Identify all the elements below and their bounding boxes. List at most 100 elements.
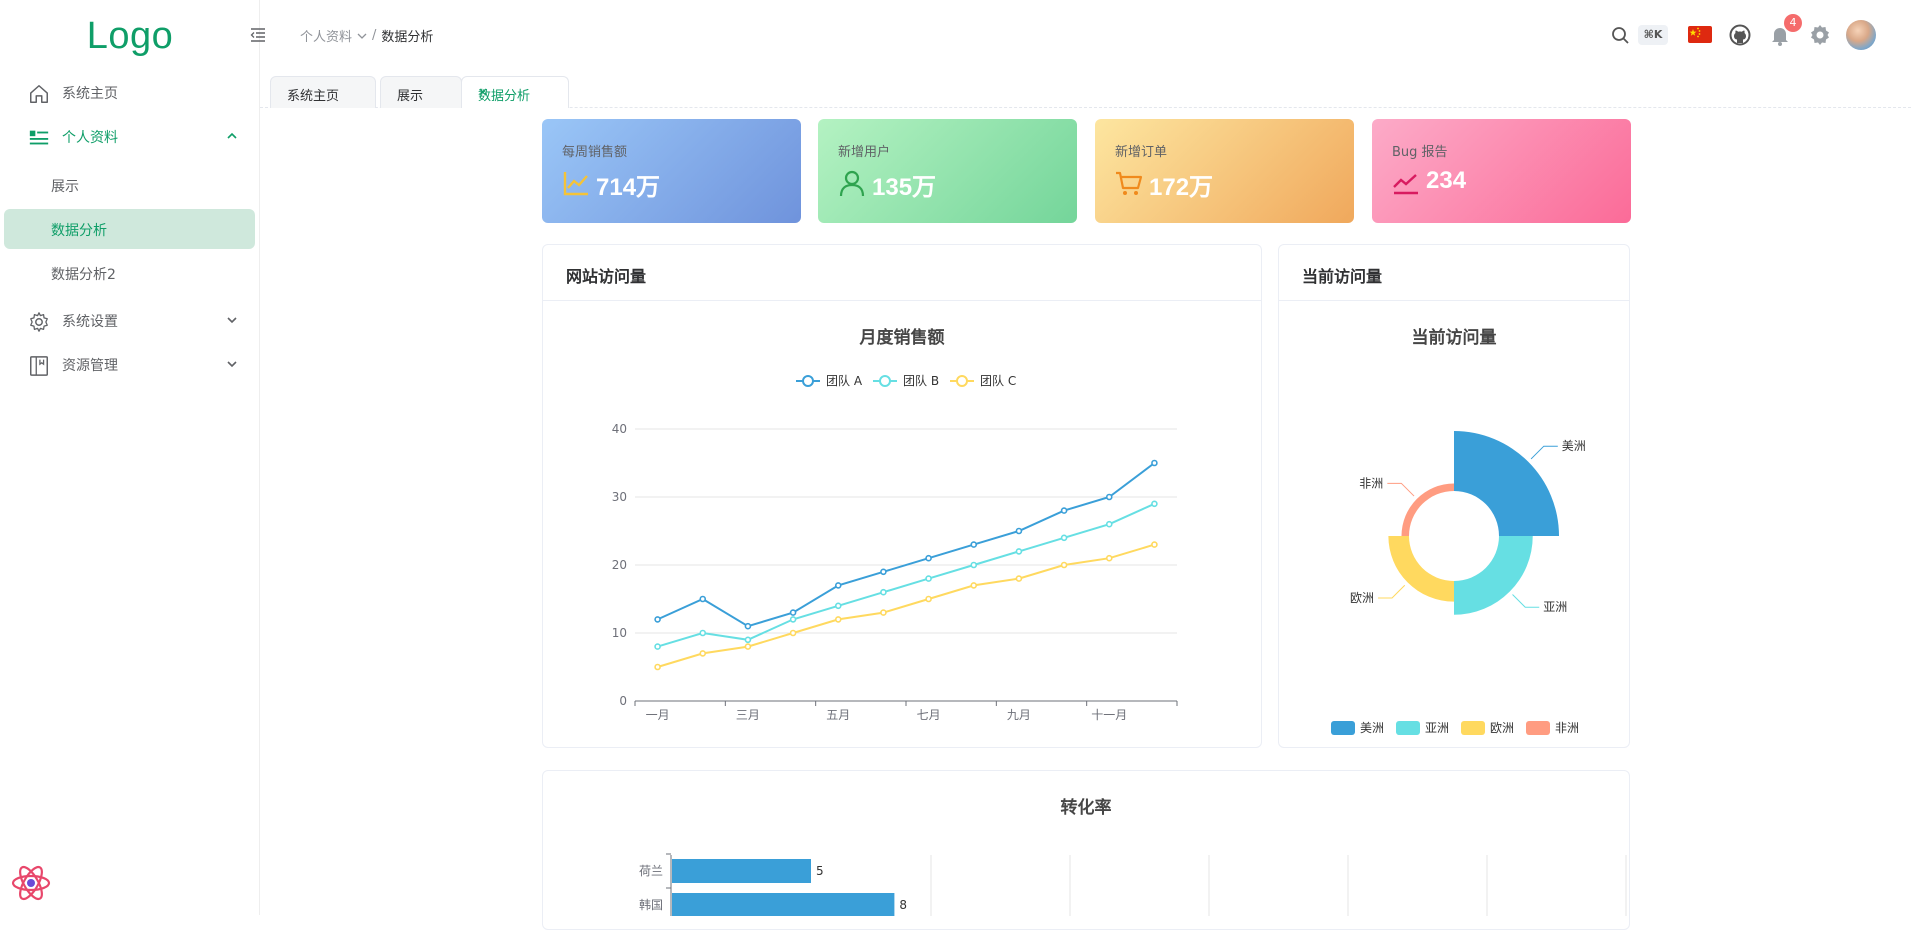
bar[interactable] (672, 893, 895, 916)
stat-value: 234 (1426, 167, 1467, 194)
tab-system-home[interactable]: 系统主页 (270, 76, 376, 108)
chart-title: 月度销售额 (859, 327, 945, 348)
sidebar-subitem-display[interactable]: 展示 (4, 165, 255, 205)
react-logo-icon[interactable] (10, 862, 52, 904)
data-point (834, 602, 842, 610)
sidebar-subitem-data-analysis[interactable]: 数据分析 (4, 209, 255, 249)
legend-marker (879, 375, 891, 387)
tab-display[interactable]: 展示 (380, 76, 462, 108)
sidebar: Logo 系统主页 个人资料 展示 数据分析 数据分析2 系统设置 资源管理 (0, 0, 260, 915)
data-label: 8 (899, 898, 907, 912)
stat-label: 新增订单 (1115, 145, 1168, 160)
slice-label: 美洲 (1562, 439, 1586, 453)
stat-value: 714万 (596, 174, 661, 201)
breadcrumb-parent[interactable]: 个人资料 (300, 26, 352, 45)
data-point (1060, 561, 1068, 569)
sidebar-item-label: 系统主页 (62, 86, 118, 102)
legend-label[interactable]: 亚洲 (1425, 721, 1449, 735)
panel-current-visits: 当前访问量 当前访问量 美洲 亚洲 欧洲 非洲 美洲 亚洲 欧洲 非洲 (1278, 244, 1630, 748)
sidebar-item-label: 个人资料 (62, 130, 118, 146)
data-point (1015, 527, 1023, 535)
legend-label[interactable]: 团队 A (826, 373, 863, 388)
chart-title: 转化率 (1061, 797, 1112, 818)
sidebar-item-label: 资源管理 (62, 358, 118, 374)
line-chart-icon (563, 172, 588, 196)
data-point (699, 629, 707, 637)
logo: Logo (86, 15, 174, 57)
legend-label[interactable]: 美洲 (1360, 721, 1384, 735)
data-point (1105, 554, 1113, 562)
y-tick-label: 0 (619, 694, 627, 708)
tab-bar: 系统主页 展示 数据分析 × (260, 72, 1911, 108)
x-tick-label: 十一月 (1091, 708, 1127, 722)
search-icon[interactable] (1608, 23, 1632, 47)
bar-chart: 转化率 荷兰 5 韩国 8 (639, 797, 1627, 916)
slice-label: 欧洲 (1350, 591, 1374, 605)
y-tick-label: 荷兰 (639, 864, 663, 878)
legend-swatch (1331, 721, 1355, 735)
y-tick-label: 韩国 (639, 897, 663, 912)
data-point (1060, 507, 1068, 514)
x-tick-label: 九月 (1007, 708, 1031, 722)
search-shortcut[interactable]: ⌘K (1638, 25, 1668, 45)
data-point (1151, 541, 1158, 548)
sidebar-item-settings[interactable]: 系统设置 (4, 301, 255, 341)
collapse-menu-icon[interactable] (250, 27, 266, 43)
slice-label: 亚洲 (1543, 600, 1567, 614)
sidebar-subitem-data-analysis-2[interactable]: 数据分析2 (4, 253, 255, 293)
sidebar-subitem-label: 展示 (51, 179, 79, 195)
data-point (970, 561, 978, 569)
legend-label[interactable]: 团队 C (980, 373, 1016, 388)
settings-icon[interactable] (1808, 23, 1832, 47)
data-point (880, 568, 887, 576)
stat-card-weekly-sales: 每周销售额 714万 (542, 119, 801, 223)
bar[interactable] (672, 859, 811, 883)
series-line (657, 543, 1155, 668)
legend-label[interactable]: 非洲 (1555, 721, 1579, 735)
data-point (1015, 575, 1023, 582)
line-chart: 月度销售额 团队 A 团队 B 团队 C 0 10 20 30 40 一月 三月 五月 七月 九月 十… (612, 327, 1178, 722)
chevron-up-icon (227, 132, 237, 139)
data-point (699, 650, 707, 657)
data-point (1105, 493, 1113, 501)
data-point (880, 588, 887, 596)
data-point (789, 629, 797, 637)
chevron-down-icon[interactable] (356, 30, 368, 42)
china-flag-icon[interactable] (1688, 23, 1712, 47)
data-point (744, 643, 752, 650)
label-line (1378, 584, 1406, 599)
data-point (925, 575, 932, 582)
stat-value: 172万 (1149, 174, 1214, 201)
y-tick-label: 20 (612, 558, 627, 572)
chevron-down-icon (227, 317, 237, 324)
sidebar-item-profile[interactable]: 个人资料 (4, 117, 255, 157)
stat-card-new-orders: 新增订单 172万 (1095, 119, 1354, 223)
data-point (744, 622, 752, 630)
legend-label[interactable]: 欧洲 (1490, 721, 1514, 735)
data-label: 5 (816, 864, 824, 878)
label-line (1512, 594, 1540, 608)
legend-label[interactable]: 团队 B (903, 373, 939, 388)
stat-value: 135万 (872, 174, 937, 201)
x-tick-label: 五月 (826, 708, 850, 722)
breadcrumb-separator: / (372, 28, 377, 43)
github-icon[interactable] (1728, 23, 1752, 47)
data-point (744, 636, 752, 644)
breadcrumb-current: 数据分析 (381, 30, 434, 45)
legend-swatch (1526, 721, 1550, 735)
label-line (1387, 482, 1415, 497)
data-point (834, 582, 842, 589)
tab-data-analysis[interactable]: 数据分析 × (461, 76, 569, 108)
sidebar-subitem-label: 数据分析2 (51, 267, 116, 283)
tab-close-icon[interactable]: × (478, 85, 554, 99)
sidebar-item-label: 系统设置 (62, 314, 118, 330)
panel-website-visits: 网站访问量 月度销售额 团队 A 团队 B 团队 C 0 10 20 30 40 一月 三月 五… (542, 244, 1262, 748)
data-point (789, 616, 797, 623)
data-point (1151, 459, 1158, 467)
gear-icon (30, 312, 48, 332)
avatar[interactable] (1846, 20, 1876, 50)
sidebar-item-resources[interactable]: 资源管理 (4, 345, 255, 385)
x-tick-label: 三月 (736, 708, 760, 722)
sidebar-item-home[interactable]: 系统主页 (4, 73, 255, 113)
data-point (880, 609, 887, 616)
